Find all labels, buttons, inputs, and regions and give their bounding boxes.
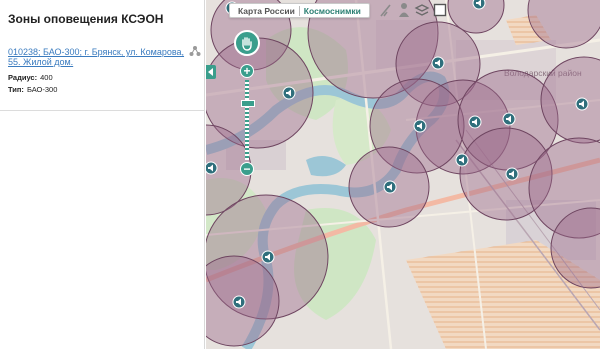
type-label: Тип: xyxy=(8,85,24,94)
type-value: БАО-300 xyxy=(26,85,58,94)
map-type-satellite[interactable]: Космоснимки xyxy=(300,6,365,16)
collapse-panel-button[interactable] xyxy=(206,65,216,79)
pan-control[interactable] xyxy=(234,30,260,56)
speaker-marker-icon[interactable] xyxy=(468,115,482,129)
layers-icon[interactable] xyxy=(414,2,430,18)
radius-property: Радиус: 400 xyxy=(8,73,53,82)
zoom-slider[interactable] xyxy=(245,80,249,160)
panel-header: Зоны оповещения КСЭОН 010238; БАО-300; г… xyxy=(0,0,204,111)
speaker-marker-icon[interactable] xyxy=(413,119,427,133)
speaker-marker-icon[interactable] xyxy=(261,250,275,264)
speaker-marker-icon[interactable] xyxy=(383,180,397,194)
map-type-russia[interactable]: Карта России xyxy=(234,6,299,16)
speaker-marker-icon[interactable] xyxy=(232,295,246,309)
speaker-marker-icon[interactable] xyxy=(282,86,296,100)
panel-title: Зоны оповещения КСЭОН xyxy=(8,12,164,26)
zoom-slider-thumb[interactable] xyxy=(241,100,255,108)
speaker-marker-icon[interactable] xyxy=(472,0,486,10)
map-view[interactable]: Володарский район Карта России Космосним… xyxy=(206,0,600,349)
square-icon[interactable] xyxy=(432,2,448,18)
speaker-marker-icon[interactable] xyxy=(431,56,445,70)
navigation-control: + − xyxy=(234,30,260,180)
radius-label: Радиус: xyxy=(8,73,38,82)
speaker-marker-icon[interactable] xyxy=(575,97,589,111)
hand-icon xyxy=(242,37,252,51)
zoom-out-button[interactable]: − xyxy=(240,162,254,176)
person-icon[interactable] xyxy=(396,2,412,18)
zoom-in-button[interactable]: + xyxy=(240,64,254,78)
speaker-marker-icon[interactable] xyxy=(206,161,218,175)
speaker-marker-icon[interactable] xyxy=(455,153,469,167)
share-icon[interactable] xyxy=(189,45,201,57)
radius-value: 400 xyxy=(40,73,53,82)
speaker-marker-icon[interactable] xyxy=(502,112,516,126)
map-type-switch: Карта России Космоснимки xyxy=(229,3,370,18)
info-panel: Зоны оповещения КСЭОН 010238; БАО-300; г… xyxy=(0,0,205,349)
map-canvas[interactable]: Володарский район xyxy=(206,0,600,349)
type-property: Тип: БАО-300 xyxy=(8,85,57,94)
object-link[interactable]: 010238; БАО-300; г. Брянск, ул. Комарова… xyxy=(8,47,186,67)
ruler-icon[interactable] xyxy=(378,2,394,18)
speaker-marker-icon[interactable] xyxy=(505,167,519,181)
